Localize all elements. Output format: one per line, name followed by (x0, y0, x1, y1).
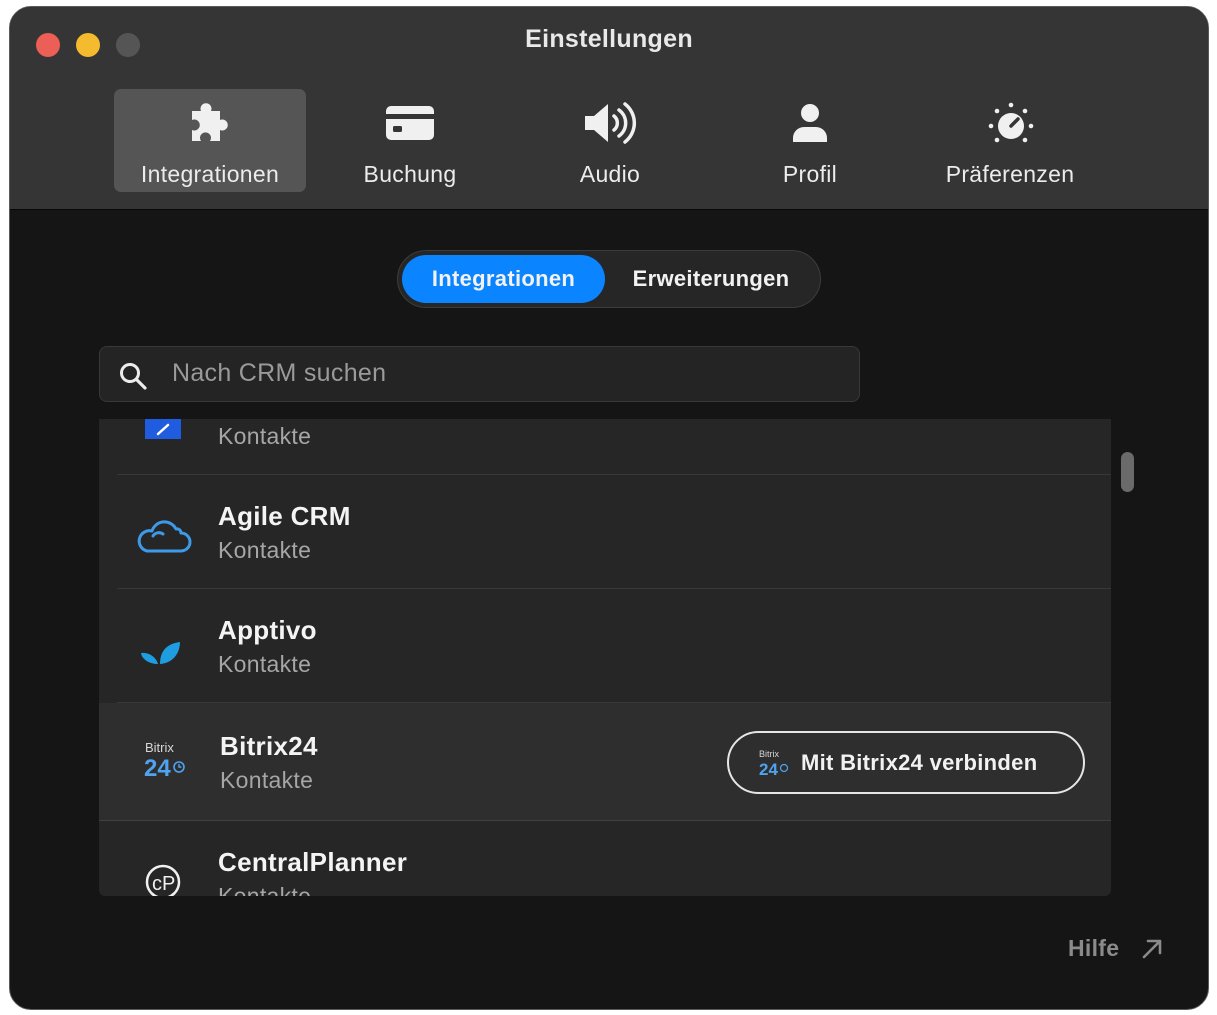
list-item[interactable]: cP CentralPlanner Kontakte (99, 821, 1111, 896)
credit-card-icon (386, 106, 434, 140)
toolbar-tab-label: Buchung (363, 161, 457, 187)
toolbar-tab-label: Audio (579, 161, 641, 187)
cloud-icon (137, 520, 192, 553)
help-label: Hilfe (1068, 935, 1120, 961)
toolbar-tab-integrationen[interactable]: Integrationen (114, 89, 306, 192)
crm-subtitle: Kontakte (218, 537, 312, 563)
settings-window: Einstellungen Integrationen Buchung Audi… (9, 6, 1209, 1010)
help-link[interactable]: Hilfe (1068, 935, 1162, 962)
crm-list: Kontakte Agile CRM Kontakte Apptivo Kont (99, 419, 1111, 896)
crm-name: Bitrix24 (220, 731, 318, 761)
list-item-bitrix24[interactable]: Bitrix 24 Bitrix24 Kontakte Bitrix 24 Mi… (99, 703, 1111, 821)
svg-text:24: 24 (759, 760, 778, 778)
dial-icon (988, 102, 1034, 143)
titlebar: Einstellungen Integrationen Buchung Audi… (10, 7, 1208, 210)
list-item[interactable]: Apptivo Kontakte (99, 589, 1111, 703)
crm-subtitle: Kontakte (218, 651, 312, 677)
toolbar-tab-praeferenzen[interactable]: Präferenzen (914, 89, 1106, 192)
window-title: Einstellungen (525, 25, 693, 53)
crm-subtitle: Kontakte (218, 883, 312, 896)
svg-text:cP: cP (152, 873, 175, 895)
speaker-icon (585, 102, 637, 144)
arrow-up-right-icon (1142, 939, 1162, 959)
toolbar-tab-label: Profil (782, 161, 838, 187)
segment-integrationen[interactable]: Integrationen (402, 255, 605, 303)
crm-name: Agile CRM (218, 501, 351, 531)
list-item[interactable]: Kontakte (99, 419, 1111, 475)
connect-bitrix24-button[interactable]: Bitrix 24 Mit Bitrix24 verbinden (727, 731, 1085, 794)
person-icon (793, 104, 827, 142)
toolbar-tab-label: Präferenzen (945, 161, 1075, 187)
crm-name: Apptivo (218, 615, 317, 645)
crm-search-box (99, 346, 860, 402)
toolbar-tab-buchung[interactable]: Buchung (314, 89, 506, 192)
bitrix24-logo-icon: Bitrix 24 (144, 740, 185, 782)
crm-search-input[interactable] (170, 347, 840, 400)
leaf-icon (141, 642, 180, 664)
integrations-segmented-control: Integrationen Erweiterungen (397, 250, 821, 308)
toolbar-tab-audio[interactable]: Audio (514, 89, 706, 192)
crm-subtitle: Kontakte (218, 423, 312, 449)
search-icon (120, 363, 147, 390)
toolbar-tab-profil[interactable]: Profil (714, 89, 906, 192)
puzzle-icon (192, 103, 228, 141)
svg-text:Bitrix: Bitrix (759, 749, 779, 759)
list-scrollbar-thumb[interactable] (1121, 452, 1134, 492)
centralplanner-logo-icon: cP (145, 864, 181, 896)
bitrix24-logo-icon: Bitrix 24 (759, 749, 789, 778)
svg-text:Bitrix: Bitrix (145, 740, 174, 755)
connect-button-label: Mit Bitrix24 verbinden (801, 750, 1038, 775)
crm-name: CentralPlanner (218, 847, 408, 877)
crm-subtitle: Kontakte (220, 767, 314, 793)
blue-square-logo-icon (145, 419, 181, 439)
list-item[interactable]: Agile CRM Kontakte (99, 475, 1111, 589)
segment-erweiterungen[interactable]: Erweiterungen (608, 255, 814, 303)
svg-text:24: 24 (144, 755, 171, 782)
toolbar-tab-label: Integrationen (140, 161, 280, 187)
